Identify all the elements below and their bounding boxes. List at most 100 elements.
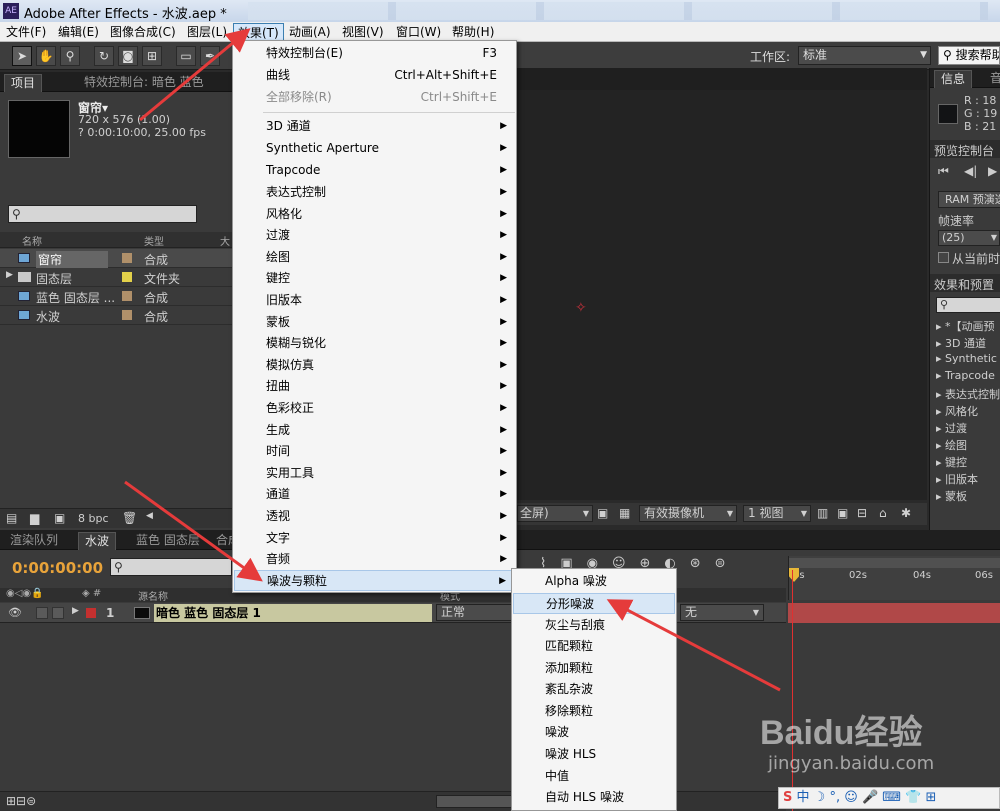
fast-preview-icon[interactable]: ▣ (837, 506, 848, 520)
prev-frame-icon[interactable]: ◀| (964, 164, 977, 178)
ram-preview-button[interactable]: RAM 预演选 (938, 191, 1000, 208)
effects-search-input[interactable]: ⚲ (936, 297, 1000, 313)
ime-mode-icon[interactable]: 中 (797, 790, 810, 805)
camera-tool-icon[interactable]: ◙ (118, 46, 138, 66)
menu-item-simulation[interactable]: 模拟仿真 ▶ (234, 355, 515, 376)
exposure-icon[interactable]: ✱ (901, 506, 911, 520)
tab-info[interactable]: 信息 (934, 70, 973, 88)
submenu-item-turbulent-noise[interactable]: 紊乱杂波 (513, 679, 675, 700)
column-size[interactable]: 大 (220, 233, 230, 248)
project-row[interactable]: 窗帘 合成 (0, 249, 232, 268)
effects-category[interactable]: ▸ 表达式控制 (936, 386, 1000, 402)
ime-mic-icon[interactable]: 🎤 (862, 790, 878, 805)
menu-item-perspective[interactable]: 透视 ▶ (234, 506, 515, 527)
menu-item-obsolete[interactable]: 旧版本 ▶ (234, 290, 515, 311)
expand-arrow-icon[interactable]: ▶ (72, 606, 79, 616)
menu-item-text[interactable]: 文字 ▶ (234, 528, 515, 549)
effects-category[interactable]: ▸ 绘图 (936, 437, 967, 453)
menu-item-synthetic-aperture[interactable]: Synthetic Aperture ▶ (234, 138, 515, 159)
menu-item-blur-sharpen[interactable]: 模糊与锐化 ▶ (234, 333, 515, 354)
menu-item-trapcode[interactable]: Trapcode ▶ (234, 160, 515, 181)
layer-name[interactable]: 暗色 蓝色 固态层 1 (154, 604, 432, 622)
tab-effects-control[interactable]: 特效控制台: 暗色 蓝色 (78, 74, 210, 92)
selection-tool-icon[interactable]: ➤ (12, 46, 32, 66)
timeline-search-input[interactable]: ⚲ (110, 558, 232, 576)
trash-icon[interactable]: 🗑 (122, 511, 137, 525)
framerate-select[interactable]: (25) ▼ (938, 230, 1000, 246)
visibility-eye-icon[interactable]: 👁 (8, 606, 22, 619)
menu-item-curves[interactable]: 曲线 Ctrl+Alt+Shift+E (234, 65, 515, 86)
menu-help[interactable]: 帮助(H) (448, 23, 498, 41)
tab-composition-blue-solid[interactable]: 蓝色 固态层 (130, 532, 206, 550)
menu-effect[interactable]: 效果(T) (233, 23, 284, 41)
submenu-item-noise[interactable]: 噪波 (513, 722, 675, 743)
menu-item-stylize[interactable]: 风格化 ▶ (234, 204, 515, 225)
zoom-tool-icon[interactable]: ⚲ (60, 46, 80, 66)
effects-category[interactable]: ▸ 旧版本 (936, 471, 978, 487)
menu-layer[interactable]: 图层(L) (183, 23, 231, 41)
menu-animation[interactable]: 动画(A) (285, 23, 335, 41)
interpret-footage-icon[interactable]: ▤ (6, 511, 17, 525)
transparency-grid-icon[interactable]: ▦ (619, 506, 630, 520)
workspace-select[interactable]: 标准 ▼ (798, 46, 931, 65)
menu-item-keying[interactable]: 键控 ▶ (234, 268, 515, 289)
submenu-item-median[interactable]: 中值 (513, 766, 675, 787)
submenu-item-noise-hls-auto[interactable]: 自动 HLS 噪波 (513, 787, 675, 808)
scroll-left-icon[interactable]: ◀ (146, 511, 153, 521)
flowchart-icon[interactable]: ⌂ (879, 506, 887, 520)
label-swatch[interactable] (86, 608, 96, 618)
layer-duration-bar[interactable] (788, 603, 1000, 623)
timeline-icon[interactable]: ⊟ (857, 506, 867, 520)
tab-composition-water[interactable]: 水波 (78, 532, 117, 550)
effects-category[interactable]: ▸ Synthetic A (936, 352, 1000, 365)
effects-category[interactable]: ▸ *【动画预 (936, 318, 995, 334)
menu-item-color-correction[interactable]: 色彩校正 ▶ (234, 398, 515, 419)
menu-view[interactable]: 视图(V) (338, 23, 388, 41)
column-type[interactable]: 类型 (144, 233, 164, 248)
pan-behind-tool-icon[interactable]: ⊞ (142, 46, 162, 66)
menu-composition[interactable]: 图像合成(C) (106, 23, 180, 41)
menu-item-time[interactable]: 时间 ▶ (234, 441, 515, 462)
help-search-box[interactable]: ⚲ 搜索帮助 (938, 46, 1000, 65)
submenu-item-fractal-noise[interactable]: 分形噪波 (513, 593, 675, 614)
views-dropdown[interactable]: 1 视图 ▼ (743, 505, 811, 522)
submenu-item-add-grain[interactable]: 添加颗粒 (513, 658, 675, 679)
submenu-item-remove-grain[interactable]: 移除颗粒 (513, 701, 675, 722)
current-time-display[interactable]: 0:00:00:00 (12, 559, 103, 577)
pen-tool-icon[interactable]: ✒ (200, 46, 220, 66)
project-row[interactable]: ▶ 固态层 文件夹 (0, 268, 232, 287)
menu-item-distort[interactable]: 扭曲 ▶ (234, 376, 515, 397)
project-row[interactable]: 水波 合成 (0, 306, 232, 325)
menu-item-paint[interactable]: 绘图 ▶ (234, 247, 515, 268)
tab-audio[interactable]: 音 (984, 70, 1000, 88)
project-search-input[interactable]: ⚲ (8, 205, 197, 223)
menu-item-audio[interactable]: 音频 ▶ (234, 549, 515, 570)
ime-punct-icon[interactable]: °, (829, 790, 840, 805)
lock-switch[interactable] (52, 607, 64, 619)
expand-arrow-icon[interactable]: ▶ (6, 270, 13, 280)
play-icon[interactable]: ▶ (988, 164, 997, 178)
menu-item-3d-channel[interactable]: 3D 通道 ▶ (234, 116, 515, 137)
new-folder-icon[interactable]: ▆ (30, 511, 39, 525)
first-frame-icon[interactable]: ⏮ (938, 164, 949, 179)
submenu-item-alpha-noise[interactable]: Alpha 噪波 (513, 571, 675, 592)
rectangle-tool-icon[interactable]: ▭ (176, 46, 196, 66)
blend-mode-dropdown[interactable]: 正常 (436, 604, 512, 621)
menu-file[interactable]: 文件(F) (2, 23, 50, 41)
rotate-tool-icon[interactable]: ↻ (94, 46, 114, 66)
menu-edit[interactable]: 编辑(E) (54, 23, 103, 41)
sogou-icon[interactable]: S (783, 790, 792, 805)
hand-tool-icon[interactable]: ✋ (36, 46, 56, 66)
solo-switch[interactable] (36, 607, 48, 619)
parent-dropdown[interactable]: 无 ▼ (680, 604, 764, 621)
effects-category[interactable]: ▸ 蒙板 (936, 488, 967, 504)
menu-item-channel[interactable]: 通道 ▶ (234, 484, 515, 505)
effects-category[interactable]: ▸ 过渡 (936, 420, 967, 436)
tab-render-queue[interactable]: 渲染队列 (4, 532, 64, 550)
from-current-checkbox[interactable] (938, 252, 949, 263)
ime-skin-icon[interactable]: 👕 (905, 790, 921, 805)
resolution-dropdown[interactable]: 全屏) ▼ (517, 505, 593, 522)
bit-depth-button[interactable]: 8 bpc (78, 512, 109, 525)
submenu-item-match-grain[interactable]: 匹配颗粒 (513, 636, 675, 657)
toggle-pixel-icon[interactable]: ▥ (817, 506, 828, 520)
